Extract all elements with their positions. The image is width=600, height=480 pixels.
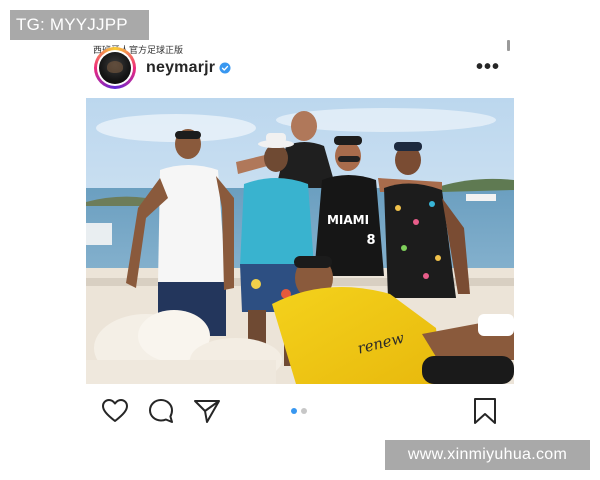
shirt-number: 8	[366, 233, 375, 248]
verified-badge-icon	[219, 62, 231, 74]
avatar[interactable]	[94, 47, 136, 89]
avatar-image	[99, 52, 131, 84]
carousel-dot	[301, 408, 307, 414]
telegram-watermark: TG: MYYJJPP	[10, 10, 149, 40]
post-header: neymarjr •••	[86, 46, 514, 92]
username[interactable]: neymarjr	[146, 59, 215, 77]
heart-icon[interactable]	[100, 396, 130, 426]
post-actions	[86, 393, 514, 429]
comment-icon[interactable]	[146, 396, 176, 426]
more-options-icon[interactable]: •••	[476, 56, 500, 79]
website-watermark: www.xinmiyuhua.com	[385, 440, 590, 470]
send-icon[interactable]	[192, 396, 222, 426]
post-photo[interactable]: MIAMI 8 renew	[86, 98, 514, 384]
carousel-dot-active	[291, 408, 297, 414]
shirt-text: MIAMI	[327, 213, 369, 227]
bookmark-icon[interactable]	[470, 396, 500, 426]
